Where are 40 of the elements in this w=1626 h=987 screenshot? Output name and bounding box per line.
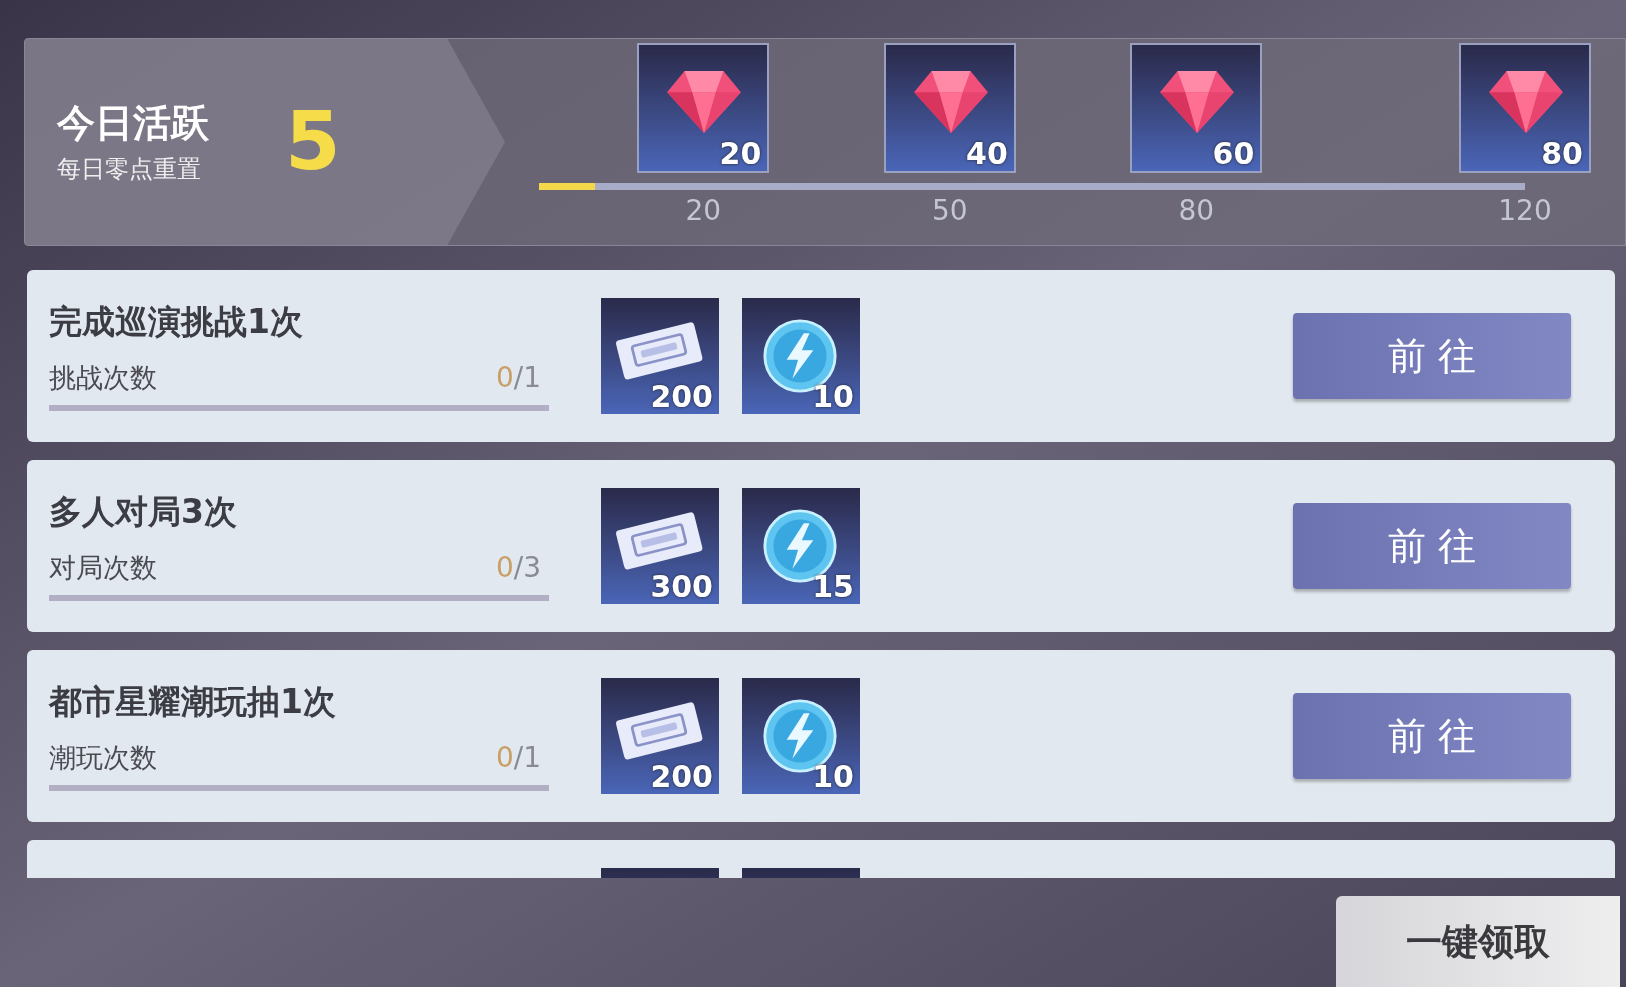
reward-tile[interactable]: 300 (601, 488, 719, 604)
milestone-threshold: 80 (1178, 197, 1215, 225)
reward-tile[interactable]: 15 (742, 488, 860, 604)
reward-amount: 10 (812, 762, 854, 792)
task-counter-label: 潮玩次数 (49, 740, 157, 775)
go-button[interactable]: 前 往 (1293, 313, 1571, 399)
reward-tile[interactable]: 20 (637, 43, 770, 173)
reward-amount: 20 (719, 139, 762, 169)
reward-amount: 80 (1541, 139, 1583, 169)
reset-note: 每日零点重置 (57, 153, 202, 184)
reward-amount: 60 (1212, 139, 1255, 169)
task-progress-count: 0/1 (495, 740, 541, 776)
go-button[interactable]: 前 往 (1293, 693, 1571, 779)
task-progress-count: 0/3 (495, 550, 541, 586)
reward-tile[interactable]: 60 (1130, 43, 1263, 173)
milestone-threshold: 50 (932, 197, 968, 225)
reward-tile[interactable]: 10 (742, 298, 860, 414)
task-counter-label: 挑战次数 (49, 360, 157, 395)
reward-amount: 10 (812, 382, 854, 412)
reward-amount: 200 (650, 762, 713, 792)
claim-all-button[interactable]: 一键领取 (1336, 896, 1620, 987)
reward-tile[interactable]: 10 (742, 678, 860, 794)
go-button[interactable]: 前 往 (1293, 503, 1571, 589)
activity-points: 5 (285, 102, 341, 182)
task-title: 多人对局3次 (49, 490, 238, 533)
reward-amount: 300 (650, 572, 713, 602)
milestone-threshold: 20 (685, 197, 722, 225)
reward-tile[interactable]: 200 (601, 678, 719, 794)
reward-tile[interactable]: 200 (601, 298, 719, 414)
task-title: 都市星耀潮玩抽1次 (49, 680, 337, 723)
reward-tile[interactable]: 40 (883, 43, 1016, 173)
reward-amount: 200 (650, 382, 713, 412)
reward-amount: 40 (966, 139, 1008, 169)
task-title: 完成巡演挑战1次 (49, 300, 304, 343)
reward-amount: 15 (812, 572, 854, 602)
activity-title: 今日活跃 (57, 100, 209, 148)
milestone-threshold: 120 (1498, 197, 1552, 225)
reward-tile[interactable]: 80 (1459, 43, 1591, 173)
task-progress-count: 0/1 (495, 360, 541, 396)
task-counter-label: 对局次数 (49, 550, 157, 585)
